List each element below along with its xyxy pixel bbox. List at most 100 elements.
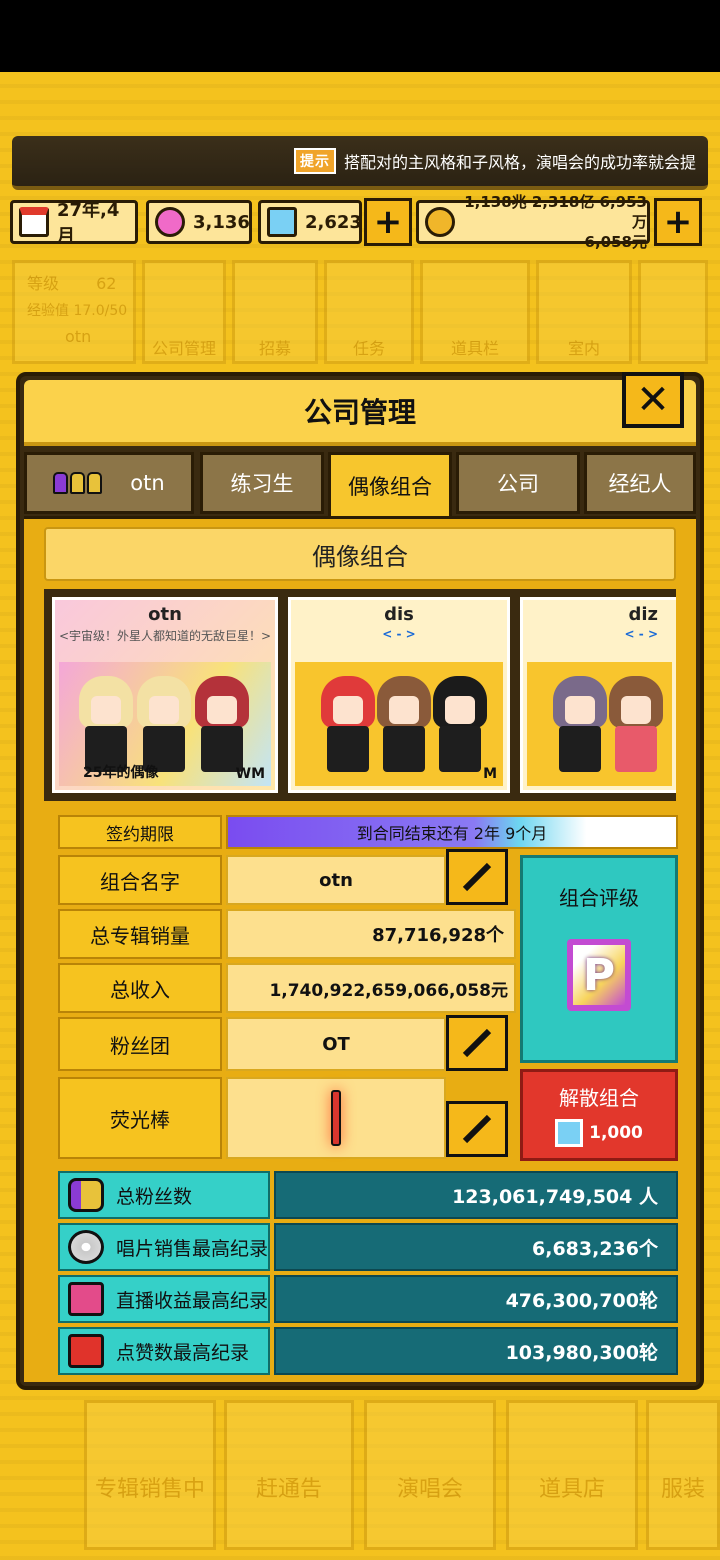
lightstick-icon [331, 1090, 341, 1146]
blue-gem-display: 2,623 [258, 200, 362, 244]
disband-group-button[interactable]: 解散组合 1,000 [520, 1069, 678, 1161]
contract-text: 到合同结束还有 2年 9个月 [356, 824, 548, 843]
menu-inventory[interactable]: 道具栏 [420, 260, 530, 364]
blue-gem-icon [267, 207, 297, 237]
tab-user[interactable]: otn [24, 452, 194, 514]
rating-badge: P [567, 939, 631, 1011]
level-label: 等级 [27, 274, 60, 293]
record-sales-label: 唱片销售最高纪录 [58, 1223, 270, 1271]
idol-group-panel: 偶像组合 otn <宇宙级！外星人都知道的无敌巨星！> 25年的偶像 WM di… [24, 516, 696, 1382]
contract-progress: 到合同结束还有 2年 9个月 [226, 815, 678, 849]
tab-user-label: otn [130, 471, 165, 495]
disband-label: 解散组合 [559, 1086, 639, 1110]
pencil-icon [462, 862, 492, 892]
edit-fanclub-button[interactable] [446, 1015, 508, 1071]
menu-interior[interactable]: 室内 [536, 260, 632, 364]
fanclub-label: 粉丝团 [58, 1017, 222, 1071]
group-card-dis[interactable]: dis < - > M [288, 597, 510, 793]
tab-idol-groups[interactable]: 偶像组合 [328, 452, 452, 520]
group-name-label: 组合名字 [58, 855, 222, 905]
pink-gem-icon [155, 207, 185, 237]
tab-company[interactable]: 公司 [456, 452, 580, 514]
lightstick-value [226, 1077, 446, 1159]
money-display: 1,138兆 2,318亿 6,953万 6,058元 [416, 193, 650, 251]
tab-manager[interactable]: 经纪人 [584, 452, 696, 514]
nav-item-shop[interactable]: 道具店 [506, 1400, 638, 1550]
money-line1: 1,138兆 2,318亿 6,953万 [464, 193, 647, 231]
fanclub-value: OT [226, 1017, 446, 1071]
menu-recruit[interactable]: 招募 [232, 260, 318, 364]
music-note-icon [68, 1282, 104, 1316]
album-sales-value: 87,716,928个 [226, 909, 516, 959]
level-value: 62 [96, 274, 117, 293]
pink-gem-display: 3,136 [146, 200, 252, 244]
group-icon [53, 472, 104, 494]
nav-concert[interactable]: 演唱会 [364, 1400, 496, 1550]
tip-text: 搭配对的主风格和子风格，演唱会的成功率就会提 [343, 153, 696, 172]
group-name: diz [628, 604, 658, 625]
pencil-icon [462, 1114, 492, 1144]
idol-years-tag: 25年的偶像 [83, 765, 159, 781]
nav-album-sales[interactable]: 专辑销售中 [84, 1400, 216, 1550]
mail-icon[interactable] [638, 260, 708, 364]
tip-badge: 提示 [293, 148, 336, 174]
total-income-label: 总收入 [58, 963, 222, 1013]
tip-ticker: 提示 搭配对的主风格和子风格，演唱会的成功率就会提 [12, 136, 708, 190]
pencil-icon [462, 1028, 492, 1058]
nav-costume[interactable]: 服装 [646, 1400, 720, 1550]
disband-cost: 1,000 [589, 1123, 643, 1143]
menu-company[interactable]: 公司管理 [142, 260, 226, 364]
money-line2: 6,058元 [584, 233, 647, 251]
status-bar [0, 0, 720, 72]
section-title: 偶像组合 [44, 527, 676, 581]
likes-value: 103,980,300轮 [274, 1327, 678, 1375]
add-gem-button[interactable]: + [364, 198, 412, 246]
group-portrait [527, 662, 672, 786]
contract-label: 签约期限 [58, 815, 222, 849]
edit-lightstick-button[interactable] [446, 1101, 508, 1157]
blue-gem-icon [555, 1119, 584, 1147]
bottom-nav: 专辑销售中 赶通告 演唱会 道具店 服装 [0, 1400, 720, 1560]
group-portrait: M [295, 662, 503, 786]
group-subtitle: <宇宙级！外星人都知道的无敌巨星！> [58, 629, 272, 643]
user-name: otn [65, 327, 92, 346]
exp-text: 经验值 17.0/50 [27, 303, 128, 319]
tab-trainees[interactable]: 练习生 [200, 452, 324, 514]
close-button[interactable]: ✕ [622, 372, 684, 428]
close-icon: ✕ [636, 377, 670, 423]
add-money-button[interactable]: + [654, 198, 702, 246]
top-menu: 等级 62 经验值 17.0/50 otn 公司管理 招募 任务 道具栏 室内 [12, 260, 712, 370]
blue-gem-count: 2,623 [305, 211, 362, 233]
group-carousel: otn <宇宙级！外星人都知道的无敌巨星！> 25年的偶像 WM dis < -… [44, 589, 676, 801]
gender-tag: M [483, 766, 497, 782]
group-card-otn[interactable]: otn <宇宙级！外星人都知道的无敌巨星！> 25年的偶像 WM [52, 597, 278, 793]
coin-icon [425, 207, 455, 237]
modal-header: 公司管理 ✕ [24, 372, 696, 446]
menu-tasks[interactable]: 任务 [324, 260, 414, 364]
level-card[interactable]: 等级 62 经验值 17.0/50 otn [12, 260, 136, 364]
total-fans-label: 总粉丝数 [58, 1171, 270, 1219]
record-sales-value: 6,683,236个 [274, 1223, 678, 1271]
calendar-icon [19, 207, 49, 237]
nav-schedule[interactable]: 赶通告 [224, 1400, 354, 1550]
group-name: dis [384, 604, 414, 625]
group-name: otn [148, 604, 182, 625]
group-rating-card: 组合评级 P [520, 855, 678, 1063]
live-income-label: 直播收益最高纪录 [58, 1275, 270, 1323]
play-icon [68, 1334, 104, 1368]
total-fans-value: 123,061,749,504 人 [274, 1171, 678, 1219]
rating-label: 组合评级 [559, 886, 639, 910]
resource-bar: 27年,4月 3,136 2,623 + 1,138兆 2,318亿 6,953… [10, 193, 710, 251]
pink-gem-count: 3,136 [193, 211, 250, 233]
disc-icon [68, 1230, 104, 1264]
company-management-modal: 公司管理 ✕ otn 练习生 偶像组合 公司 经纪人 偶像组合 otn <宇宙级… [16, 372, 704, 1390]
date-text: 27年,4月 [57, 200, 120, 247]
modal-title: 公司管理 [303, 396, 416, 429]
likes-label: 点赞数最高纪录 [58, 1327, 270, 1375]
tab-bar: otn 练习生 偶像组合 公司 经纪人 [24, 452, 696, 520]
gender-tag: WM [235, 766, 265, 782]
group-name-value: otn [226, 855, 446, 905]
edit-group-name-button[interactable] [446, 849, 508, 905]
group-icon [68, 1178, 104, 1212]
group-card-diz[interactable]: diz < - > [520, 597, 676, 793]
